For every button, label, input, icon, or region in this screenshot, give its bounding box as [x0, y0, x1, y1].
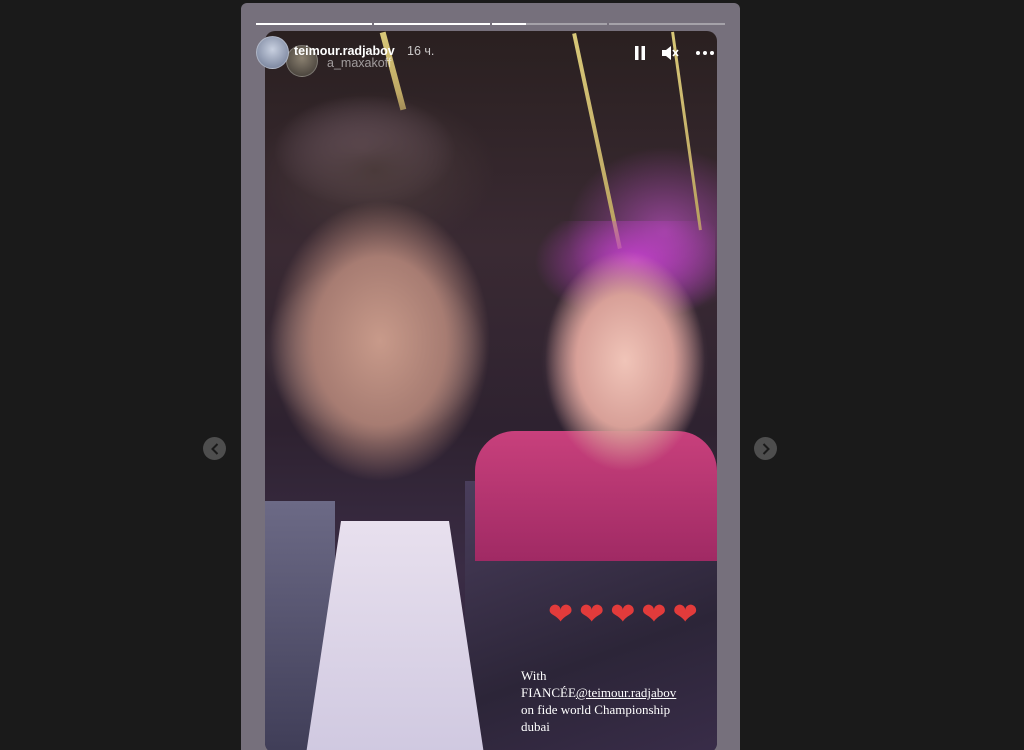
caption-text: FIANCÉE	[521, 685, 576, 700]
chevron-right-icon	[762, 442, 770, 455]
chevron-left-icon	[210, 442, 218, 455]
tagged-username[interactable]: a_maxakoff	[327, 56, 391, 70]
caption-line: on fide world Championship	[521, 702, 671, 717]
woman	[515, 221, 715, 551]
progress-segment	[256, 23, 372, 25]
progress-fill	[491, 23, 527, 25]
caption-line: With	[521, 668, 547, 683]
more-options-icon	[696, 51, 714, 55]
post-time: 16 ч.	[407, 44, 435, 58]
mute-button[interactable]	[659, 42, 681, 64]
heart-icon: ❤	[579, 598, 605, 631]
story-progress	[256, 23, 725, 25]
pause-button[interactable]	[629, 42, 651, 64]
mention-link[interactable]: @teimour.radjabov	[576, 685, 676, 700]
story-photo[interactable]: ❤ ❤ ❤ ❤ ❤ With FIANCÉE@teimour.radjabov …	[265, 31, 717, 750]
heart-icon: ❤	[641, 598, 667, 631]
heart-emojis: ❤ ❤ ❤ ❤ ❤	[548, 599, 698, 631]
more-options-button[interactable]	[694, 42, 716, 64]
pause-icon	[635, 46, 645, 60]
speaker-muted-icon	[662, 46, 679, 60]
story-viewer: ❤ ❤ ❤ ❤ ❤ With FIANCÉE@teimour.radjabov …	[241, 3, 740, 750]
avatar[interactable]	[256, 36, 289, 69]
previous-story-button[interactable]	[203, 437, 226, 460]
man	[265, 91, 515, 750]
heart-icon: ❤	[548, 598, 574, 631]
caption-line: FIANCÉE@teimour.radjabov	[521, 684, 711, 701]
progress-fill	[373, 23, 490, 25]
story-caption: With FIANCÉE@teimour.radjabov on fide wo…	[521, 667, 711, 735]
progress-segment	[491, 23, 608, 25]
progress-fill	[256, 23, 372, 25]
heart-icon: ❤	[610, 598, 636, 631]
heart-icon: ❤	[672, 598, 698, 631]
next-story-button[interactable]	[754, 437, 777, 460]
story-header: teimour.radjabov 16 ч. a_maxakoff	[256, 36, 725, 77]
progress-segment	[609, 23, 725, 25]
progress-segment	[373, 23, 490, 25]
caption-line: dubai	[521, 719, 550, 734]
